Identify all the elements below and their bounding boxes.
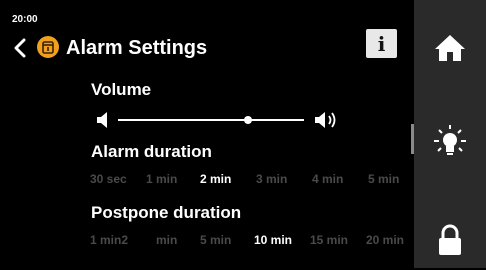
light-bulb-icon bbox=[434, 125, 466, 155]
postpone-duration-option[interactable]: 10 min bbox=[254, 233, 292, 247]
alarm-duration-option[interactable]: 2 min bbox=[200, 172, 231, 186]
alarm-duration-option[interactable]: 30 sec bbox=[90, 172, 127, 186]
info-icon: i bbox=[377, 31, 386, 56]
alarm-duration-label: Alarm duration bbox=[91, 142, 212, 161]
lock-icon bbox=[439, 224, 461, 255]
alarm-app-icon bbox=[37, 36, 59, 58]
info-button[interactable]: i bbox=[366, 29, 397, 58]
sidebar bbox=[414, 0, 486, 268]
postpone-duration-options: 1 min2 min 5 min 10 min 15 min 20 min bbox=[90, 233, 406, 251]
postpone-duration-option[interactable]: 1 min2 bbox=[90, 233, 128, 247]
postpone-duration-option[interactable]: 15 min bbox=[310, 233, 348, 247]
status-time: 20:00 bbox=[12, 14, 38, 25]
alarm-duration-option[interactable]: 4 min bbox=[312, 172, 343, 186]
postpone-duration-option[interactable]: 5 min bbox=[200, 233, 231, 247]
volume-label: Volume bbox=[91, 80, 152, 99]
volume-thumb[interactable] bbox=[244, 116, 253, 124]
alarm-duration-option[interactable]: 1 min bbox=[146, 172, 177, 186]
home-button[interactable] bbox=[414, 18, 486, 78]
home-icon bbox=[435, 35, 465, 61]
volume-slider[interactable] bbox=[96, 108, 346, 132]
main-panel: 20:00 Alarm Settings i Volume Alarm dura… bbox=[0, 0, 415, 268]
lock-button[interactable] bbox=[414, 210, 486, 270]
alarm-duration-option[interactable]: 3 min bbox=[256, 172, 287, 186]
speaker-high-icon bbox=[315, 112, 336, 128]
light-button[interactable] bbox=[414, 111, 486, 171]
postpone-duration-option[interactable]: 20 min bbox=[366, 233, 404, 247]
back-chevron-icon[interactable] bbox=[12, 38, 28, 58]
alarm-settings-screen: 20:00 Alarm Settings i Volume Alarm dura… bbox=[0, 0, 486, 268]
page-title: Alarm Settings bbox=[66, 37, 208, 59]
alarm-duration-option[interactable]: 5 min bbox=[368, 172, 399, 186]
volume-track[interactable] bbox=[118, 119, 304, 121]
speaker-low-icon bbox=[97, 112, 107, 128]
postpone-duration-label: Postpone duration bbox=[91, 203, 242, 222]
postpone-duration-option[interactable]: min bbox=[156, 233, 177, 247]
alarm-duration-options: 30 sec 1 min 2 min 3 min 4 min 5 min bbox=[90, 172, 406, 190]
